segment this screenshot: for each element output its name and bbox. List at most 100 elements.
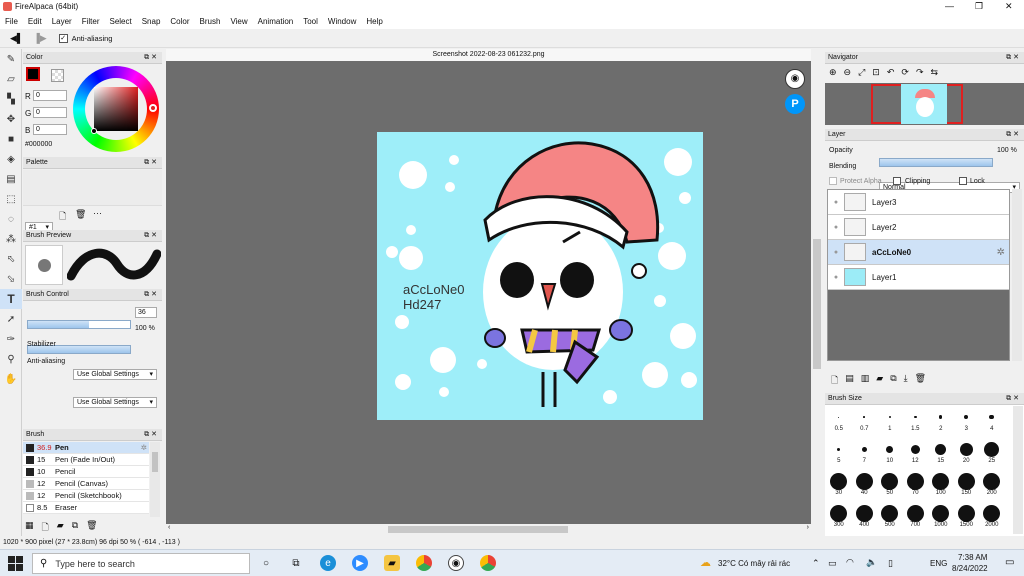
merge-down-icon[interactable]: ⤓ — [904, 373, 908, 389]
artwork-canvas[interactable]: aCcLoNe0 Hd247 — [377, 132, 703, 420]
brush-size-option[interactable]: 500 — [877, 504, 903, 536]
tray-chevron-icon[interactable]: ⌃ — [812, 558, 820, 569]
chrome-profile-icon[interactable] — [480, 555, 496, 571]
brush-item[interactable]: 10 Pencil — [23, 466, 149, 478]
visibility-icon[interactable]: ● — [828, 274, 844, 281]
brush-size-option[interactable]: 3 — [954, 408, 980, 440]
chrome-icon[interactable] — [416, 555, 432, 571]
menu-help[interactable]: Help — [361, 17, 387, 26]
brush-size-option[interactable]: 0.5 — [826, 408, 852, 440]
window-close-button[interactable]: ✕ — [1005, 1, 1013, 12]
background-color-swatch[interactable] — [51, 69, 64, 82]
brush-size-option[interactable]: 100 — [928, 472, 954, 504]
zoom-icon[interactable]: ▶ — [352, 555, 368, 571]
add-brush-icon[interactable]: ▦ — [25, 520, 34, 536]
next-frame-icon[interactable]: ▐▶ — [33, 33, 46, 44]
panel-controls-icon[interactable]: ⧉✕ — [1006, 129, 1021, 141]
color-wheel-marker[interactable] — [149, 104, 157, 112]
layer-row[interactable]: ● Layer3 — [828, 190, 1009, 215]
protect-alpha-checkbox[interactable] — [829, 177, 837, 185]
eyedropper-tool-icon[interactable]: ⚲ — [0, 349, 22, 369]
new-folder-icon[interactable]: ▰ — [876, 373, 883, 389]
bucket-tool-icon[interactable]: ◈ — [0, 149, 22, 169]
pixiv-icon[interactable]: P — [785, 94, 805, 114]
duplicate-icon[interactable]: ⧉ — [72, 520, 78, 536]
brush-size-option[interactable]: 70 — [903, 472, 929, 504]
volume-icon[interactable]: 🔈 — [866, 557, 877, 568]
clock-date[interactable]: 8/24/2022 — [952, 564, 988, 573]
brush-size-slider[interactable] — [27, 320, 131, 329]
panel-controls-icon[interactable]: ⧉✕ — [144, 289, 159, 301]
weather-icon[interactable]: ☁ — [700, 556, 711, 569]
menu-snap[interactable]: Snap — [137, 17, 166, 26]
menu-view[interactable]: View — [225, 17, 252, 26]
brush-size-option[interactable]: 20 — [954, 440, 980, 472]
menu-window[interactable]: Window — [323, 17, 361, 26]
panel-controls-icon[interactable]: ⧉✕ — [144, 52, 159, 64]
brush-size-option[interactable]: 50 — [877, 472, 903, 504]
palette-menu-icon[interactable]: ··· — [93, 208, 102, 218]
brush-size-option[interactable]: 1.5 — [903, 408, 929, 440]
color-wheel[interactable] — [73, 66, 159, 152]
canvas-vertical-scrollbar[interactable] — [811, 49, 823, 524]
brush-size-option[interactable]: 7 — [852, 440, 878, 472]
lasso-tool-icon[interactable]: ◌ — [0, 209, 22, 229]
menu-tool[interactable]: Tool — [298, 17, 323, 26]
menu-filter[interactable]: Filter — [77, 17, 105, 26]
panel-controls-icon[interactable]: ⧉✕ — [144, 230, 159, 242]
dot-tool-icon[interactable]: ▚ — [0, 89, 22, 109]
zoom-in-icon[interactable]: ⊕ — [829, 67, 837, 78]
brush-size-option[interactable]: 300 — [826, 504, 852, 536]
brush-antialiasing-select[interactable]: Use Global Settings — [73, 397, 157, 408]
move-tool-icon[interactable]: ✥ — [0, 109, 22, 129]
edge-icon[interactable]: e — [320, 555, 336, 571]
lock-checkbox[interactable] — [959, 177, 967, 185]
text-tool-icon[interactable]: T — [0, 289, 22, 309]
task-view-icon[interactable]: ⧉ — [288, 555, 304, 571]
navigator-preview[interactable] — [825, 83, 1024, 125]
gradient-tool-icon[interactable]: ▤ — [0, 169, 22, 189]
window-maximize-button[interactable]: ❐ — [975, 1, 983, 12]
firealpaca-taskbar-icon[interactable]: ◉ — [448, 555, 464, 571]
brush-size-option[interactable]: 1500 — [954, 504, 980, 536]
menu-brush[interactable]: Brush — [195, 17, 226, 26]
zoom-fit-icon[interactable]: ⤢ — [858, 67, 865, 78]
canvas-horizontal-scrollbar[interactable]: ‹ › — [166, 524, 811, 535]
hand-tool-icon[interactable]: ✋ — [0, 369, 22, 389]
divide-tool-icon[interactable]: ✑ — [0, 329, 22, 349]
duplicate-layer-icon[interactable]: ⧉ — [890, 373, 896, 389]
b-input[interactable]: 0 — [33, 124, 67, 135]
layer-row[interactable]: ● Layer1 — [828, 265, 1009, 290]
gear-icon[interactable]: ✲ — [997, 247, 1005, 258]
brush-size-option[interactable]: 1 — [877, 408, 903, 440]
antialias-checkbox[interactable]: ✓ — [58, 34, 68, 43]
select-eraser-icon[interactable]: ⬂ — [0, 269, 22, 289]
layer-opacity-slider[interactable] — [879, 158, 993, 167]
reset-rotation-icon[interactable]: ⟳ — [901, 67, 909, 78]
brush-size-option[interactable]: 400 — [852, 504, 878, 536]
new-8bit-layer-icon[interactable]: ▤ — [845, 373, 854, 389]
brush-size-option[interactable]: 1000 — [928, 504, 954, 536]
artwork-text[interactable]: aCcLoNe0 Hd247 — [403, 282, 464, 312]
canvas-area[interactable]: ◉ P aCcLoNe0 Hd247 — [166, 61, 811, 524]
menu-layer[interactable]: Layer — [47, 17, 77, 26]
foreground-color-swatch[interactable] — [26, 67, 40, 81]
menu-color[interactable]: Color — [165, 17, 194, 26]
brush-item[interactable]: 8.5 Eraser — [23, 502, 149, 514]
brush-item[interactable]: 12 Pencil (Canvas) — [23, 478, 149, 490]
brush-list-scrollbar[interactable] — [150, 442, 160, 517]
stabilizer-select[interactable]: Use Global Settings — [73, 369, 157, 380]
panel-controls-icon[interactable]: ⧉✕ — [144, 157, 159, 169]
new-palette-icon[interactable]: 🗋 — [59, 209, 66, 225]
taskbar-search[interactable]: ⚲ Type here to search — [32, 553, 250, 574]
layer-list-scrollbar[interactable] — [1012, 189, 1022, 361]
menu-edit[interactable]: Edit — [23, 17, 47, 26]
actual-size-icon[interactable]: ⊡ — [872, 67, 880, 78]
eraser-tool-icon[interactable]: ▱ — [0, 69, 22, 89]
menu-animation[interactable]: Animation — [253, 17, 299, 26]
delete-layer-icon[interactable]: 🗑 — [915, 373, 926, 389]
g-input[interactable]: 0 — [33, 107, 67, 118]
delete-palette-icon[interactable]: 🗑 — [75, 209, 86, 220]
folder-icon[interactable]: ▰ — [57, 520, 64, 536]
cortana-icon[interactable]: ○ — [258, 555, 274, 571]
